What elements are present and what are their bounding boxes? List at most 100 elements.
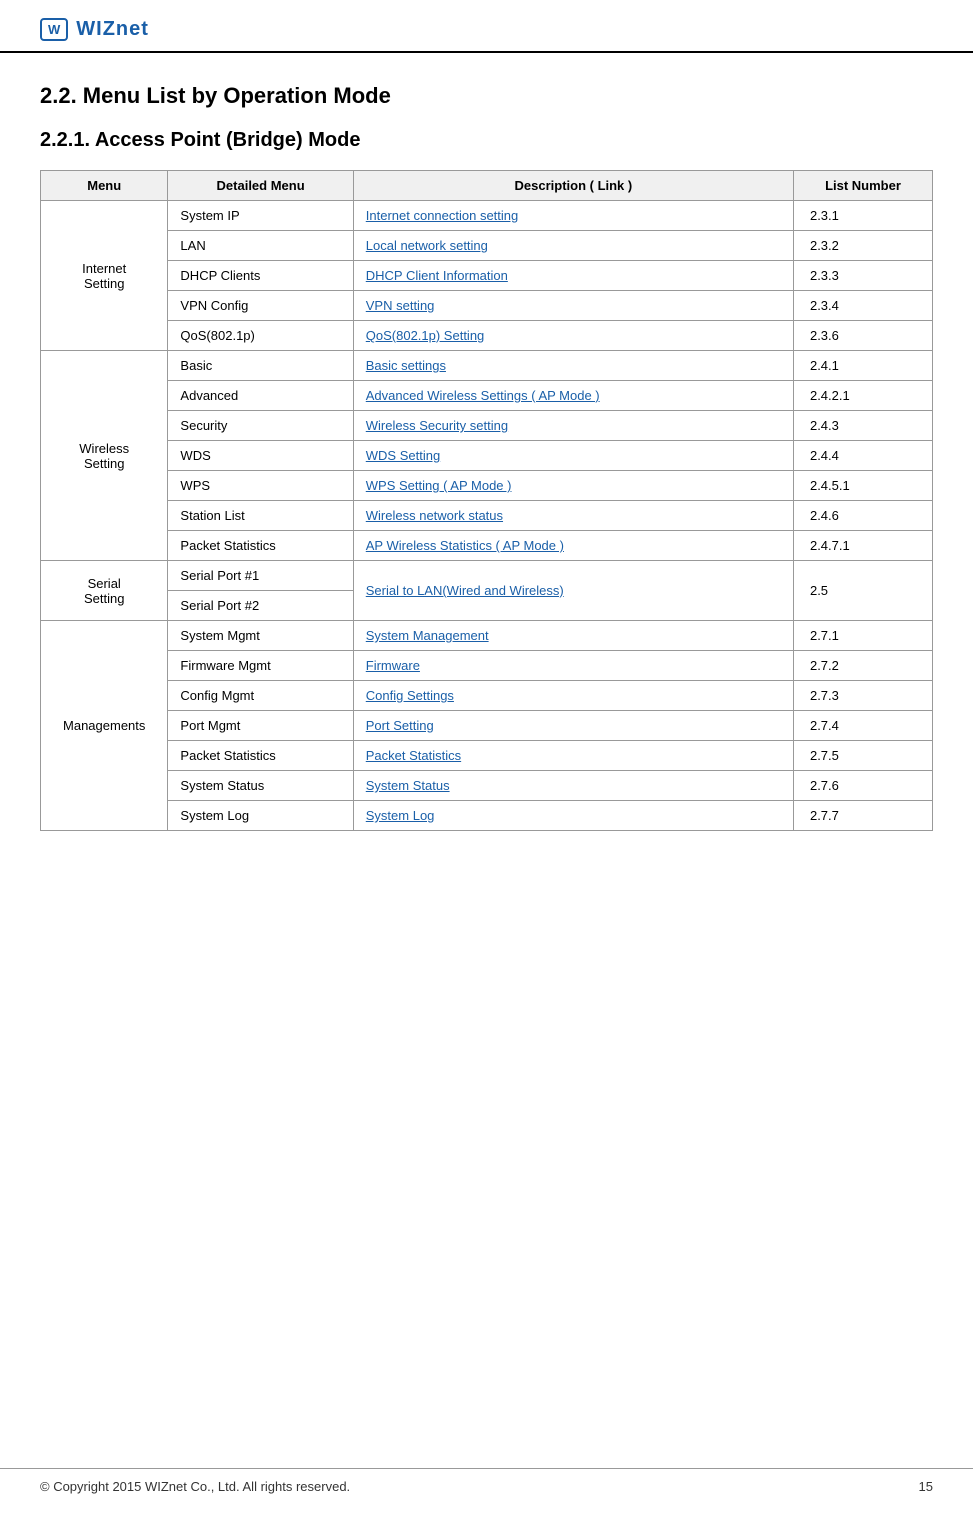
subsection-title: 2.2.1. Access Point (Bridge) Mode (40, 129, 933, 152)
copyright-text: © Copyright 2015 WIZnet Co., Ltd. All ri… (40, 1479, 350, 1494)
detail-cell: Config Mgmt (168, 681, 353, 711)
desc-cell[interactable]: Firmware (353, 651, 793, 681)
desc-cell[interactable]: Internet connection setting (353, 201, 793, 231)
table-row: System Log System Log 2.7.7 (41, 801, 933, 831)
desc-link[interactable]: Port Setting (366, 718, 434, 733)
detail-cell: DHCP Clients (168, 261, 353, 291)
table-row: Wireless SettingBasicBasic settings2.4.1 (41, 351, 933, 381)
table-row: System StatusSystem Status2.7.6 (41, 771, 933, 801)
desc-link[interactable]: System Log (366, 808, 435, 823)
num-cell: 2.3.1 (793, 201, 932, 231)
desc-cell[interactable]: Advanced Wireless Settings ( AP Mode ) (353, 381, 793, 411)
table-row: Station List Wireless network status 2.4.6 (41, 501, 933, 531)
desc-link[interactable]: System Management (366, 628, 489, 643)
table-row: Port MgmtPort Setting2.7.4 (41, 711, 933, 741)
detail-cell: Port Mgmt (168, 711, 353, 741)
desc-link[interactable]: WPS Setting ( AP Mode ) (366, 478, 512, 493)
detail-cell: Serial Port #2 (168, 591, 353, 621)
page-number: 15 (919, 1479, 933, 1494)
detail-cell: System IP (168, 201, 353, 231)
num-cell: 2.4.1 (793, 351, 932, 381)
desc-link[interactable]: Serial to LAN(Wired and Wireless) (366, 583, 564, 598)
num-cell: 2.7.6 (793, 771, 932, 801)
desc-cell[interactable]: System Log (353, 801, 793, 831)
num-cell: 2.7.1 (793, 621, 932, 651)
table-row: WPSWPS Setting ( AP Mode )2.4.5.1 (41, 471, 933, 501)
desc-link[interactable]: Local network setting (366, 238, 488, 253)
desc-cell[interactable]: Port Setting (353, 711, 793, 741)
desc-link[interactable]: QoS(802.1p) Setting (366, 328, 485, 343)
detail-cell: Station List (168, 501, 353, 531)
desc-cell[interactable]: Basic settings (353, 351, 793, 381)
desc-link[interactable]: Advanced Wireless Settings ( AP Mode ) (366, 388, 600, 403)
table-row: SecurityWireless Security setting2.4.3 (41, 411, 933, 441)
table-row: WDS WDS Setting 2.4.4 (41, 441, 933, 471)
desc-link[interactable]: VPN setting (366, 298, 435, 313)
desc-link[interactable]: Wireless network status (366, 508, 503, 523)
menu-cell: Internet Setting (41, 201, 168, 351)
table-header-row: Menu Detailed Menu Description ( Link ) … (41, 171, 933, 201)
num-cell: 2.4.2.1 (793, 381, 932, 411)
desc-link[interactable]: Firmware (366, 658, 420, 673)
desc-cell[interactable]: WPS Setting ( AP Mode ) (353, 471, 793, 501)
desc-cell[interactable]: Local network setting (353, 231, 793, 261)
table-row: Packet StatisticsPacket Statistics2.7.5 (41, 741, 933, 771)
detail-cell: System Mgmt (168, 621, 353, 651)
num-cell: 2.4.7.1 (793, 531, 932, 561)
detail-cell: LAN (168, 231, 353, 261)
desc-cell[interactable]: Wireless network status (353, 501, 793, 531)
table-row: VPN Config VPN setting 2.3.4 (41, 291, 933, 321)
desc-link[interactable]: Basic settings (366, 358, 446, 373)
menu-cell: Serial Setting (41, 561, 168, 621)
desc-cell[interactable]: WDS Setting (353, 441, 793, 471)
desc-cell[interactable]: Config Settings (353, 681, 793, 711)
detail-cell: VPN Config (168, 291, 353, 321)
desc-link[interactable]: Config Settings (366, 688, 454, 703)
section-title: 2.2. Menu List by Operation Mode (40, 83, 933, 109)
desc-cell[interactable]: Packet Statistics (353, 741, 793, 771)
table-row: Config Mgmt Config Settings 2.7.3 (41, 681, 933, 711)
desc-link[interactable]: System Status (366, 778, 450, 793)
desc-link[interactable]: Internet connection setting (366, 208, 519, 223)
col-desc: Description ( Link ) (353, 171, 793, 201)
desc-link[interactable]: WDS Setting (366, 448, 440, 463)
desc-cell[interactable]: System Status (353, 771, 793, 801)
detail-cell: Advanced (168, 381, 353, 411)
num-cell: 2.4.4 (793, 441, 932, 471)
num-cell: 2.7.2 (793, 651, 932, 681)
col-num: List Number (793, 171, 932, 201)
num-cell: 2.4.6 (793, 501, 932, 531)
desc-cell[interactable]: DHCP Client Information (353, 261, 793, 291)
logo-text: WIZnet (76, 18, 149, 41)
main-content: 2.2. Menu List by Operation Mode 2.2.1. … (0, 53, 973, 891)
page-header: W WIZnet (0, 0, 973, 53)
desc-cell[interactable]: AP Wireless Statistics ( AP Mode ) (353, 531, 793, 561)
detail-cell: WPS (168, 471, 353, 501)
num-cell: 2.3.3 (793, 261, 932, 291)
detail-cell: Serial Port #1 (168, 561, 353, 591)
num-cell: 2.7.3 (793, 681, 932, 711)
num-cell: 2.5 (793, 561, 932, 621)
desc-link[interactable]: DHCP Client Information (366, 268, 508, 283)
page-footer: © Copyright 2015 WIZnet Co., Ltd. All ri… (0, 1468, 973, 1504)
num-cell: 2.7.7 (793, 801, 932, 831)
logo-w-icon: W (48, 22, 60, 37)
detail-cell: System Log (168, 801, 353, 831)
col-detail: Detailed Menu (168, 171, 353, 201)
desc-link[interactable]: Packet Statistics (366, 748, 461, 763)
table-row: Packet Statistics AP Wireless Statistics … (41, 531, 933, 561)
desc-link[interactable]: Wireless Security setting (366, 418, 508, 433)
desc-cell[interactable]: Wireless Security setting (353, 411, 793, 441)
detail-cell: WDS (168, 441, 353, 471)
desc-cell[interactable]: Serial to LAN(Wired and Wireless) (353, 561, 793, 621)
detail-cell: Packet Statistics (168, 741, 353, 771)
num-cell: 2.3.4 (793, 291, 932, 321)
table-row: QoS(802.1p)QoS(802.1p) Setting2.3.6 (41, 321, 933, 351)
desc-cell[interactable]: QoS(802.1p) Setting (353, 321, 793, 351)
desc-cell[interactable]: System Management (353, 621, 793, 651)
desc-cell[interactable]: VPN setting (353, 291, 793, 321)
detail-cell: Packet Statistics (168, 531, 353, 561)
table-row: ManagementsSystem MgmtSystem Management2… (41, 621, 933, 651)
menu-cell: Wireless Setting (41, 351, 168, 561)
desc-link[interactable]: AP Wireless Statistics ( AP Mode ) (366, 538, 564, 553)
